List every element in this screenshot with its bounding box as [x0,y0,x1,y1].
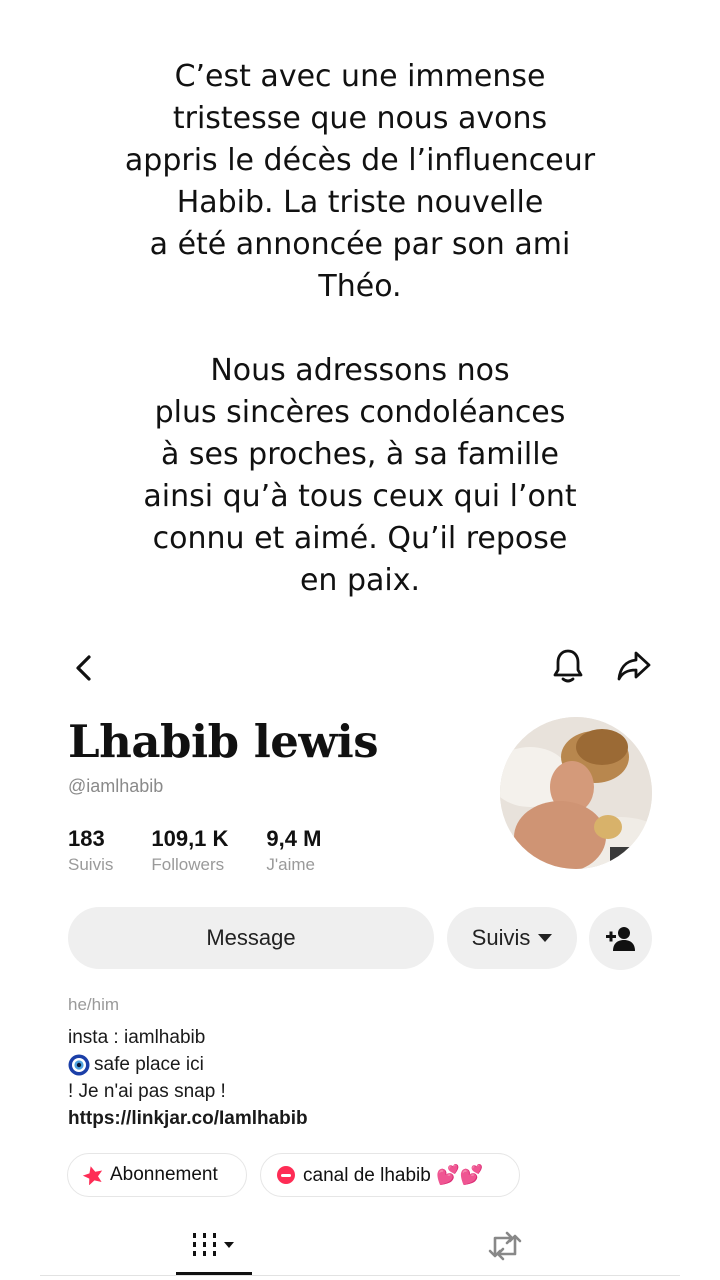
following-dropdown-button[interactable]: Suivis [447,907,577,969]
bio-link[interactable]: https://linkjar.co/Iamlhabib [68,1105,308,1132]
following-button-label: Suivis [471,925,531,950]
stat-likes: 9,4 M J'aime [266,826,321,877]
subscription-chip-label: Abonnement [110,1164,218,1185]
notifications-button[interactable] [548,646,588,686]
divider [40,1275,680,1276]
add-user-icon [605,926,635,951]
avatar[interactable] [500,717,652,869]
chat-bubble-icon [277,1166,295,1184]
profile-handle: @iamlhabib [68,776,164,796]
bio-line-eye: safe place ici [68,1051,308,1078]
stat-value: 183 [68,826,105,851]
caption-paragraph-2: Nous adressons nos plus sincères condolé… [143,353,577,598]
stat-followers[interactable]: 109,1 K Followers [151,826,228,877]
repost-icon [488,1231,522,1261]
channel-chip[interactable]: canal de lhabib 💕💕 [260,1153,520,1197]
message-button[interactable]: Message [68,907,434,969]
message-button-label: Message [206,925,296,950]
chevron-left-icon [76,655,91,681]
nazar-eye-icon [68,1054,90,1075]
star-pink-icon [82,1166,103,1185]
stat-value: 9,4 M [266,826,322,851]
stat-following[interactable]: 183 Suivis [68,826,113,877]
avatar-image [500,717,652,869]
caption-overlay: C’est avec une immense tristesse que nou… [0,56,720,602]
stat-label: Suivis [68,855,114,874]
bio: insta : iamlhabib safe place ici ! Je n'… [68,1024,308,1132]
stat-label: Followers [151,855,225,874]
tab-reposts[interactable] [470,1226,540,1266]
videos-grid-icon [193,1233,234,1256]
bio-line: safe place ici [94,1054,204,1075]
add-friend-button[interactable] [589,907,652,970]
pronouns: he/him [68,995,120,1014]
profile-stats: 183 Suivis 109,1 K Followers 9,4 M J'aim… [68,826,359,877]
bio-line: ! Je n'ai pas snap ! [68,1081,226,1102]
stat-label: J'aime [266,855,316,874]
channel-chip-label: canal de lhabib 💕💕 [303,1165,484,1186]
caption-paragraph-1: C’est avec une immense tristesse que nou… [124,59,596,304]
share-icon [617,651,651,681]
profile-name: Lhabib lewis [68,715,379,768]
subscription-chip[interactable]: Abonnement [67,1153,247,1197]
caret-down-icon [538,934,553,942]
back-button[interactable] [64,648,104,688]
share-button[interactable] [614,646,654,686]
stat-value: 109,1 K [151,826,229,851]
bell-icon [553,649,583,683]
bio-line: insta : iamlhabib [68,1027,206,1048]
tab-videos[interactable] [176,1226,252,1266]
